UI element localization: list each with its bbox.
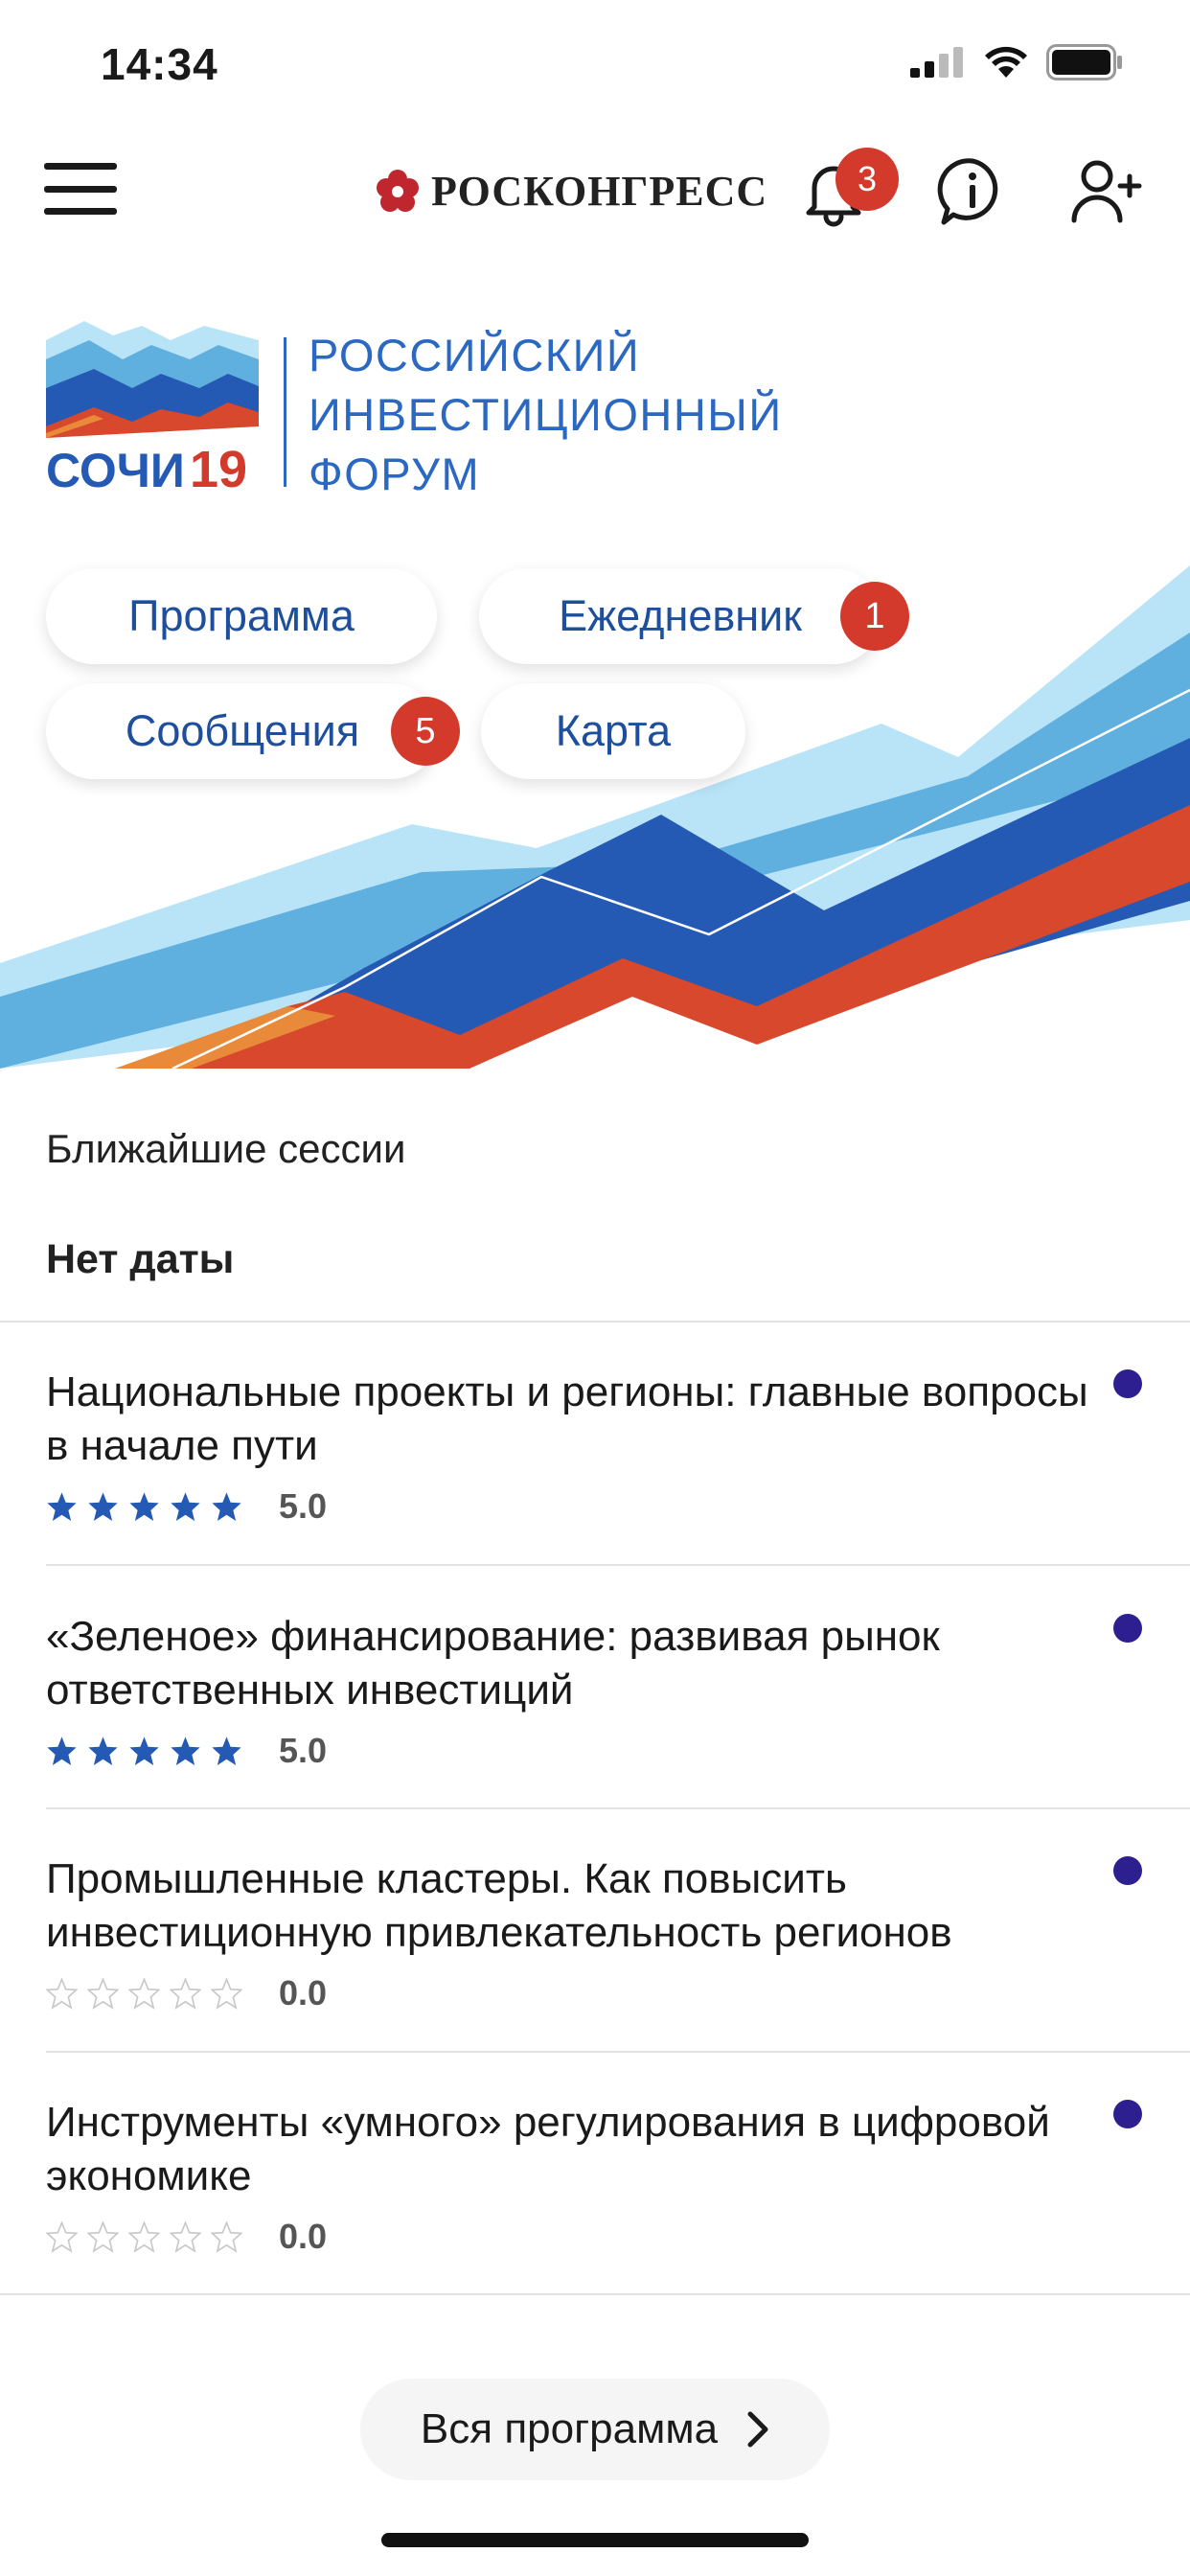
all-program-label: Вся программа <box>420 2405 719 2452</box>
star-rating <box>46 1491 242 1523</box>
star-empty-icon <box>128 1977 160 2010</box>
session-status-dot <box>1113 1369 1142 1398</box>
session-title: Национальные проекты и регионы: главные … <box>46 1368 1088 1469</box>
add-user-icon <box>1071 160 1142 223</box>
star-empty-icon <box>170 1977 201 2010</box>
messages-badge: 5 <box>391 697 460 766</box>
roscongress-logo: РОСКОНГРЕСС <box>374 167 767 216</box>
forum-title-line: РОССИЙСКИЙ <box>309 330 641 380</box>
star-filled-icon <box>88 1736 118 1765</box>
divider <box>46 2051 1190 2053</box>
all-program-button[interactable]: Вся программа <box>360 2379 830 2480</box>
chevron-right-icon <box>747 2411 768 2448</box>
program-label: Программа <box>128 591 355 640</box>
divider <box>46 1564 1190 1566</box>
session-item[interactable]: Промышленные кластеры. Как повысить инве… <box>46 1852 1190 2013</box>
star-empty-icon <box>211 1977 242 2010</box>
forum-title-line: ИНВЕСТИЦИОННЫЙ <box>309 389 783 440</box>
star-empty-icon <box>87 2220 119 2253</box>
forum-hero: СОЧИ 19 РОССИЙСКИЙ ИНВЕСТИЦИОННЫЙ ФОРУМ … <box>0 288 1190 1069</box>
session-rating: 5.0 <box>46 1731 1190 1771</box>
star-rating <box>46 1736 242 1767</box>
session-status-dot <box>1113 2100 1142 2128</box>
session-rating: 0.0 <box>46 2217 1190 2257</box>
menu-icon[interactable] <box>44 163 117 215</box>
diary-badge: 1 <box>840 582 909 651</box>
session-status-dot <box>1113 1614 1142 1643</box>
status-bar: 14:34 <box>0 0 1190 126</box>
star-rating <box>46 2220 242 2253</box>
home-indicator <box>381 2533 809 2547</box>
notifications-badge: 3 <box>835 148 899 211</box>
star-filled-icon <box>47 1491 77 1521</box>
app-header: РОСКОНГРЕСС 3 <box>0 134 1190 244</box>
star-rating <box>46 1977 242 2010</box>
star-empty-icon <box>87 1977 119 2010</box>
messages-button[interactable]: Сообщения <box>46 683 439 779</box>
star-filled-icon <box>47 1736 77 1765</box>
star-filled-icon <box>171 1736 200 1765</box>
status-icons <box>910 44 1123 80</box>
session-title: Инструменты «умного» регулирования в циф… <box>46 2099 1050 2199</box>
star-filled-icon <box>129 1491 159 1521</box>
session-title: «Зеленое» финансирование: развивая рынок… <box>46 1613 940 1714</box>
cellular-signal-icon <box>910 47 963 78</box>
add-contact-button[interactable] <box>1068 153 1145 230</box>
divider <box>0 2293 1190 2295</box>
rating-value: 5.0 <box>279 1731 328 1770</box>
star-empty-icon <box>128 2220 160 2253</box>
notifications-button[interactable]: 3 <box>795 148 899 230</box>
star-empty-icon <box>170 2220 201 2253</box>
messages-label: Сообщения <box>125 706 360 755</box>
star-filled-icon <box>212 1491 241 1521</box>
rating-value: 0.0 <box>279 2217 328 2256</box>
diary-label: Ежедневник <box>559 591 802 640</box>
section-title: Ближайшие сессии <box>46 1126 406 1171</box>
session-rating: 0.0 <box>46 1973 1190 2013</box>
forum-title-line: ФОРУМ <box>309 448 481 499</box>
info-button[interactable] <box>934 153 1011 230</box>
date-heading: Нет даты <box>46 1236 235 1282</box>
status-time: 14:34 <box>101 39 218 89</box>
session-status-dot <box>1113 1856 1142 1885</box>
session-rating: 5.0 <box>46 1486 1190 1527</box>
battery-icon <box>1046 44 1122 80</box>
divider <box>46 1807 1190 1809</box>
session-title: Промышленные кластеры. Как повысить инве… <box>46 1855 952 1956</box>
star-filled-icon <box>171 1491 200 1521</box>
star-empty-icon <box>211 2220 242 2253</box>
program-button[interactable]: Программа <box>46 568 437 664</box>
session-item[interactable]: Национальные проекты и регионы: главные … <box>46 1366 1190 1527</box>
forum-title: РОССИЙСКИЙ ИНВЕСТИЦИОННЫЙ ФОРУМ <box>309 326 783 504</box>
star-empty-icon <box>46 1977 78 2010</box>
logo-city: СОЧИ <box>46 444 185 494</box>
session-item[interactable]: Инструменты «умного» регулирования в циф… <box>46 2096 1190 2257</box>
roscongress-flower-icon <box>377 169 419 212</box>
star-empty-icon <box>46 2220 78 2253</box>
map-label: Карта <box>555 706 672 755</box>
diary-button[interactable]: Ежедневник <box>479 568 881 664</box>
star-filled-icon <box>212 1736 241 1765</box>
divider <box>0 1321 1190 1322</box>
star-filled-icon <box>88 1491 118 1521</box>
star-filled-icon <box>129 1736 159 1765</box>
map-button[interactable]: Карта <box>481 683 745 779</box>
session-item[interactable]: «Зеленое» финансирование: развивая рынок… <box>46 1610 1190 1771</box>
info-icon <box>937 158 998 225</box>
logo-divider <box>284 337 286 487</box>
logo-year: 19 <box>190 441 247 494</box>
rating-value: 5.0 <box>279 1486 328 1526</box>
sochi-forum-logo: СОЧИ 19 <box>46 321 259 494</box>
wifi-icon <box>985 46 1027 78</box>
rating-value: 0.0 <box>279 1973 328 2012</box>
brand-name: РОСКОНГРЕСС <box>431 168 768 215</box>
